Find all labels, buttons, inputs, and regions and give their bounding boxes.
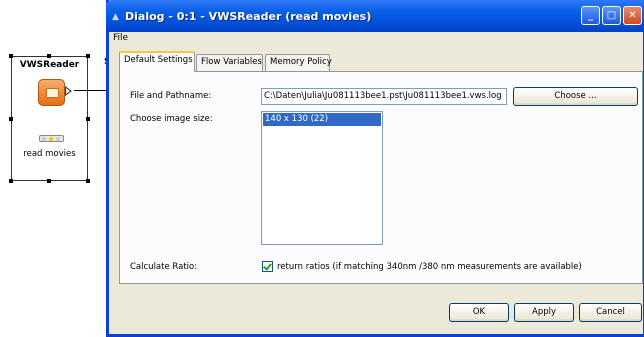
selection-handle[interactable] bbox=[9, 54, 13, 58]
maximize-button[interactable]: □ bbox=[602, 6, 621, 25]
minimize-icon: _ bbox=[588, 10, 593, 21]
app-triangle-icon: ▲ bbox=[112, 12, 119, 22]
return-ratios-label[interactable]: return ratios (if matching 340nm /380 nm… bbox=[277, 262, 582, 272]
list-item-selected[interactable]: 140 x 130 (22) bbox=[263, 113, 381, 126]
knime-node[interactable]: VWSReader read movies bbox=[9, 54, 119, 183]
node-dialog-window: ▲ Dialog - 0:1 - VWSReader (read movies)… bbox=[106, 0, 644, 337]
node-reader-icon[interactable] bbox=[38, 79, 65, 106]
menu-file[interactable]: File bbox=[113, 33, 128, 43]
selection-handle[interactable] bbox=[47, 179, 51, 183]
title-bar[interactable]: ▲ Dialog - 0:1 - VWSReader (read movies)… bbox=[106, 0, 644, 32]
close-icon: ✕ bbox=[628, 10, 637, 21]
menu-bar: File bbox=[109, 32, 643, 47]
selection-handle[interactable] bbox=[86, 117, 90, 121]
apply-button[interactable]: Apply bbox=[514, 303, 574, 322]
image-size-label: Choose image size: bbox=[130, 114, 213, 124]
node-label[interactable]: read movies bbox=[12, 149, 87, 159]
settings-panel: File and Pathname: C:\Daten\Julia\Ju0811… bbox=[119, 71, 643, 284]
tab-memory-policy[interactable]: Memory Policy bbox=[265, 54, 332, 71]
selection-handle[interactable] bbox=[86, 179, 90, 183]
maximize-icon: □ bbox=[606, 10, 617, 21]
node-status-lights-icon bbox=[39, 135, 64, 142]
ok-button[interactable]: OK bbox=[449, 303, 509, 322]
close-button[interactable]: ✕ bbox=[623, 6, 642, 25]
output-port-icon[interactable] bbox=[65, 86, 72, 96]
window-title: Dialog - 0:1 - VWSReader (read movies) bbox=[125, 10, 372, 23]
file-path-input[interactable]: C:\Daten\Julia\Ju081113bee1.pst\Ju081113… bbox=[261, 88, 507, 105]
calculate-ratio-label: Calculate Ratio: bbox=[130, 262, 198, 272]
image-size-list[interactable]: 140 x 130 (22) bbox=[261, 111, 383, 245]
minimize-button[interactable]: _ bbox=[581, 6, 600, 25]
tab-flow-variables[interactable]: Flow Variables bbox=[196, 54, 263, 71]
selection-handle[interactable] bbox=[9, 117, 13, 121]
selection-handle[interactable] bbox=[86, 54, 90, 58]
choose-file-button[interactable]: Choose ... bbox=[513, 87, 638, 106]
cancel-button[interactable]: Cancel bbox=[579, 303, 642, 322]
file-path-label: File and Pathname: bbox=[130, 91, 212, 101]
node-name: VWSReader bbox=[19, 60, 80, 70]
selection-handle[interactable] bbox=[47, 54, 51, 58]
tab-default-settings[interactable]: Default Settings bbox=[119, 51, 195, 72]
return-ratios-checkbox[interactable] bbox=[262, 261, 273, 272]
selection-handle[interactable] bbox=[9, 179, 13, 183]
